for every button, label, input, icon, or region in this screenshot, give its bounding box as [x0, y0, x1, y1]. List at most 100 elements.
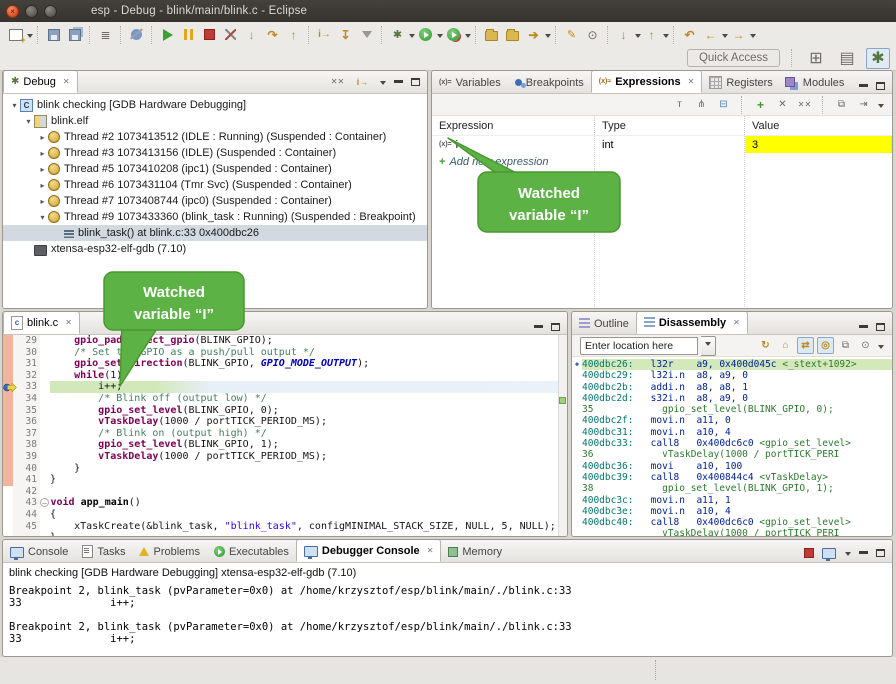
debug-tree-item[interactable]: ▾Cblink checking [GDB Hardware Debugging… — [3, 97, 427, 113]
build-button[interactable]: ≣ — [96, 25, 115, 44]
code-line[interactable]: 29 gpio_pad_select_gpio(BLINK_GPIO); — [3, 335, 567, 347]
debug-tree-item[interactable]: ▾blink.elf — [3, 113, 427, 129]
debug-tree-item[interactable]: ▸Thread #2 1073413512 (IDLE : Running) (… — [3, 129, 427, 145]
pin-view-button[interactable]: ⊙ — [857, 337, 874, 354]
disassembly-line[interactable]: 400dbc33: call8 0x400dc6c0 <gpio_set_lev… — [572, 438, 892, 449]
mark-occurrences-button[interactable]: ✎ — [562, 25, 581, 44]
remove-expression-button[interactable]: ✕ — [774, 96, 791, 113]
disassembly-line[interactable]: 400dbc36: movi a10, 100 — [572, 461, 892, 472]
maximize-icon[interactable] — [876, 323, 885, 331]
tab-tasks[interactable]: Tasks — [75, 541, 132, 562]
disassembly-line[interactable]: 400dbc2b: addi.n a8, a8, 1 — [572, 382, 892, 393]
code-line[interactable]: 34 /* Blink off (output low) */ — [3, 393, 567, 405]
tab-modules[interactable]: Modules — [780, 72, 852, 93]
twistie-icon[interactable]: ▸ — [37, 165, 48, 174]
debug-button[interactable]: ✱ — [388, 25, 407, 44]
code-line[interactable]: 31 gpio_set_direction(BLINK_GPIO, GPIO_M… — [3, 358, 567, 370]
use-step-filters-button[interactable] — [357, 25, 376, 44]
expressions-view-menu[interactable] — [878, 104, 884, 111]
annotation-dropdown[interactable] — [663, 34, 669, 41]
tab-problems[interactable]: Problems — [132, 541, 206, 562]
cpp-perspective-button[interactable]: ▤ — [835, 48, 859, 69]
quick-access-button[interactable]: Quick Access — [687, 49, 780, 67]
tab-variables[interactable]: (x)= Variables — [432, 72, 508, 93]
tab-close-icon[interactable]: ✕ — [733, 318, 740, 327]
resume-button[interactable] — [158, 25, 177, 44]
go-to-annotation-button[interactable]: ↑ — [642, 25, 661, 44]
code-line[interactable]: 39 vTaskDelay(1000 / portTICK_PERIOD_MS)… — [3, 451, 567, 463]
back-dropdown[interactable] — [722, 34, 728, 41]
step-into-button[interactable]: ↓ — [242, 25, 261, 44]
code-line[interactable]: 38 gpio_set_level(BLINK_GPIO, 1); — [3, 439, 567, 451]
disassembly-line[interactable]: ◆400dbc26: l32r a9, 0x400d045c <_stext+1… — [572, 359, 892, 370]
console-output[interactable]: Breakpoint 2, blink_task (pvParameter=0x… — [3, 581, 892, 649]
debug-view-menu[interactable] — [380, 81, 386, 88]
twistie-icon[interactable]: ▾ — [9, 101, 20, 110]
new-expressions-view-button[interactable]: ⧉ — [833, 96, 850, 113]
disassembly-line[interactable]: 400dbc3e: movi.n a10, 4 — [572, 506, 892, 517]
new-wizard-dropdown[interactable] — [27, 34, 33, 41]
new-cpp-file-button[interactable] — [482, 25, 501, 44]
window-maximize-button[interactable] — [44, 5, 57, 18]
run-button[interactable] — [416, 25, 435, 44]
code-line[interactable]: 32 while(1) — [3, 370, 567, 382]
tab-executables[interactable]: Executables — [207, 541, 296, 562]
new-wizard-button[interactable] — [6, 25, 25, 44]
disassembly-line[interactable]: 38 gpio_set_level(BLINK_GPIO, 1); — [572, 483, 892, 494]
open-perspective-button[interactable]: ⊞ — [804, 48, 828, 69]
tab-blink-c[interactable]: c blink.c ✕ — [3, 311, 80, 334]
debug-tree-item[interactable]: ▾Thread #9 1073433360 (blink_task : Runn… — [3, 209, 427, 225]
external-tools-dropdown[interactable] — [465, 34, 471, 41]
twistie-icon[interactable]: ▸ — [37, 197, 48, 206]
tab-debugger-console[interactable]: Debugger Console ✕ — [296, 539, 442, 562]
disassembly-line[interactable]: 400dbc3c: movi.n a11, 1 — [572, 495, 892, 506]
code-line[interactable]: 33 i++; — [3, 381, 567, 393]
code-line[interactable]: 35 gpio_set_level(BLINK_GPIO, 0); — [3, 405, 567, 417]
debug-tree-item[interactable]: ▸Thread #6 1073431104 (Tmr Svc) (Suspend… — [3, 177, 427, 193]
refresh-button[interactable]: ↻ — [757, 337, 774, 354]
code-line[interactable]: } — [3, 532, 567, 536]
code-editor[interactable]: 29 gpio_pad_select_gpio(BLINK_GPIO);30 /… — [3, 335, 567, 536]
disassembly-line[interactable]: 400dbc29: l32i.n a8, a9, 0 — [572, 370, 892, 381]
run-dropdown[interactable] — [437, 34, 443, 41]
disassembly-line[interactable]: 35 gpio_set_level(BLINK_GPIO, 0); — [572, 404, 892, 415]
tab-breakpoints[interactable]: Breakpoints — [508, 72, 591, 93]
code-line[interactable]: 44{ — [3, 509, 567, 521]
drop-to-frame-button[interactable]: ↧ — [336, 25, 355, 44]
show-source-toggle[interactable]: ◎ — [817, 337, 834, 354]
code-line[interactable]: 37 /* Blink on (output high) */ — [3, 428, 567, 440]
disassembly-line[interactable]: 400dbc2d: s32i.n a8, a9, 0 — [572, 393, 892, 404]
debug-tree-item[interactable]: xtensa-esp32-elf-gdb (7.10) — [3, 241, 427, 257]
code-line[interactable]: 42 — [3, 486, 567, 498]
back-history-button[interactable]: ↶ — [680, 25, 699, 44]
debug-dropdown[interactable] — [409, 34, 415, 41]
back-button[interactable]: ← — [701, 25, 720, 44]
show-type-names-button[interactable]: ᴛ — [671, 96, 688, 113]
sync-selection-toggle[interactable]: ⇄ — [797, 337, 814, 354]
save-all-button[interactable] — [65, 25, 84, 44]
disconnect-button[interactable] — [221, 25, 240, 44]
skip-all-breakpoints-button[interactable] — [127, 25, 146, 44]
window-minimize-button[interactable] — [25, 5, 38, 18]
minimize-icon[interactable] — [394, 80, 403, 86]
pin-editor-button[interactable]: ⊙ — [583, 25, 602, 44]
terminate-button[interactable] — [200, 25, 219, 44]
tab-expressions[interactable]: (x)≈ Expressions ✕ — [591, 70, 703, 93]
last-edit-location-button[interactable]: ↓ — [614, 25, 633, 44]
code-line[interactable]: 43−void app_main() — [3, 497, 567, 509]
twistie-icon[interactable]: ▾ — [37, 213, 48, 222]
tab-close-icon[interactable]: ✕ — [65, 318, 72, 327]
debug-tree-item[interactable]: ▸Thread #5 1073410208 (ipc1) (Suspended … — [3, 161, 427, 177]
save-button[interactable] — [44, 25, 63, 44]
last-edit-dropdown[interactable] — [635, 34, 641, 41]
debug-tree-item[interactable]: blink_task() at blink.c:33 0x400dbc26 — [3, 225, 427, 241]
add-expression-button[interactable]: + — [752, 96, 769, 113]
remove-all-terminated-button[interactable]: ✕✕ — [329, 73, 346, 90]
disassembly-view-menu[interactable] — [878, 345, 884, 352]
instruction-stepping-button[interactable]: i→ — [315, 25, 334, 44]
tab-memory[interactable]: Memory — [441, 541, 509, 562]
debug-tree-item[interactable]: ▸Thread #3 1073413156 (IDLE) (Suspended … — [3, 145, 427, 161]
new-disassembly-view-button[interactable]: ⧉ — [837, 337, 854, 354]
external-tools-button[interactable] — [444, 25, 463, 44]
home-button[interactable]: ⌂ — [777, 337, 794, 354]
